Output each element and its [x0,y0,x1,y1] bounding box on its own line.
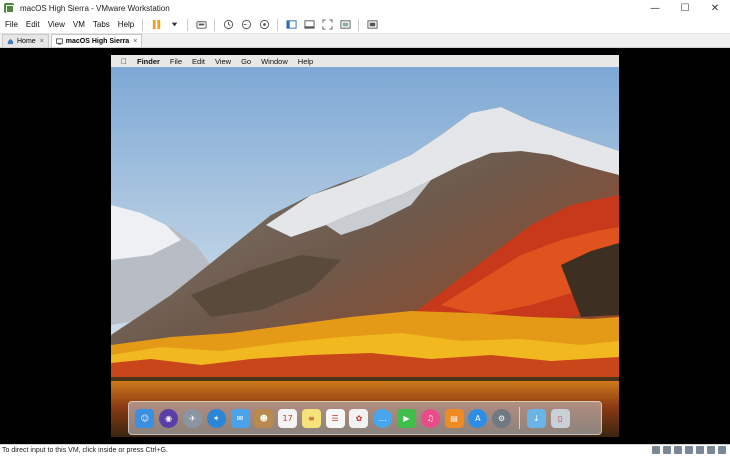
guest-menu-help[interactable]: Help [293,57,318,66]
status-message: To direct input to this VM, click inside… [2,447,168,454]
tab-macos-high-sierra[interactable]: macOS High Sierra × [50,34,143,47]
dock: ☺ ◉ ✈ ✶ ✉ ☻ 17 ≡ ☰ ✿ … ▶ ♫ ▤ A ⚙ ↓ ▯ [128,401,602,435]
guest-menu-edit[interactable]: Edit [187,57,210,66]
system-preferences-icon[interactable]: ⚙ [492,408,512,428]
tab-vm-close-icon[interactable]: × [133,38,137,45]
send-ctrl-alt-del-icon[interactable] [195,19,207,31]
tab-home[interactable]: Home × [2,34,49,47]
reminders-icon[interactable]: ☰ [325,408,345,428]
usb-controller-icon[interactable] [685,446,693,454]
guest-menu-file[interactable]: File [165,57,187,66]
siri-icon[interactable]: ◉ [159,408,179,428]
power-dropdown-icon[interactable] [168,19,180,31]
show-library-icon[interactable] [285,19,297,31]
itunes-icon[interactable]: ♫ [420,408,440,428]
menu-tabs[interactable]: Tabs [89,20,114,29]
dock-divider [518,407,520,429]
console-view-icon[interactable] [366,19,378,31]
vmware-app-icon [4,3,14,13]
toolbar-divider [142,18,144,31]
guest-menu-finder[interactable]: Finder [132,57,165,66]
revert-snapshot-icon[interactable] [240,19,252,31]
app-store-icon[interactable]: A [468,408,488,428]
launchpad-icon[interactable]: ✈ [182,408,202,428]
menu-help[interactable]: Help [114,20,138,29]
minimize-button[interactable]: — [640,0,670,16]
thumbnail-bar-icon[interactable] [303,19,315,31]
messages-icon[interactable]: … [373,408,393,428]
full-screen-icon[interactable] [321,19,333,31]
tab-home-label: Home [17,37,36,45]
trash-icon[interactable]: ▯ [550,408,570,428]
vm-icon [55,37,63,45]
downloads-folder-icon[interactable]: ↓ [526,408,546,428]
network-adapter-icon[interactable] [674,446,682,454]
safari-icon[interactable]: ✶ [206,408,226,428]
toolbar-divider [277,18,279,31]
tab-home-close-icon[interactable]: × [40,38,44,45]
tab-vm-label: macOS High Sierra [65,37,130,45]
guest-screen[interactable]:  Finder File Edit View Go Window Help ☺… [111,55,619,437]
menu-vm[interactable]: VM [69,20,89,29]
photos-icon[interactable]: ✿ [349,408,369,428]
menu-view[interactable]: View [44,20,69,29]
cd-dvd-icon[interactable] [663,446,671,454]
vm-console[interactable]:  Finder File Edit View Go Window Help ☺… [0,48,730,444]
status-bar: To direct input to this VM, click inside… [0,444,730,456]
hard-disk-icon[interactable] [652,446,660,454]
finder-icon[interactable]: ☺ [135,408,155,428]
apple-menu-icon[interactable]:  [111,57,132,66]
toolbar-divider [214,18,216,31]
window-title-bar: macOS High Sierra - VMware Workstation —… [0,0,730,16]
sound-card-icon[interactable] [696,446,704,454]
window-title: macOS High Sierra - VMware Workstation [20,3,170,13]
display-icon[interactable] [707,446,715,454]
menu-edit[interactable]: Edit [22,20,44,29]
facetime-icon[interactable]: ▶ [396,408,416,428]
ibooks-icon[interactable]: ▤ [444,408,464,428]
toolbar-divider [187,18,189,31]
message-log-icon[interactable] [718,446,726,454]
guest-menu-window[interactable]: Window [256,57,293,66]
menu-file[interactable]: File [0,20,22,29]
guest-menu-view[interactable]: View [210,57,236,66]
home-icon [7,38,14,44]
contacts-icon[interactable]: ☻ [254,408,274,428]
unity-mode-icon[interactable] [339,19,351,31]
pause-icon[interactable] [150,19,162,31]
toolbar-divider [358,18,360,31]
high-sierra-wallpaper [111,55,619,437]
notes-icon[interactable]: ≡ [301,408,321,428]
menu-toolbar: File Edit View VM Tabs Help [0,16,730,34]
guest-menu-go[interactable]: Go [236,57,256,66]
tab-bar: Home × macOS High Sierra × [0,34,730,48]
snapshot-manager-icon[interactable] [258,19,270,31]
guest-menu-bar:  Finder File Edit View Go Window Help [111,55,619,67]
calendar-icon[interactable]: 17 [278,408,298,428]
snapshot-icon[interactable] [222,19,234,31]
mail-icon[interactable]: ✉ [230,408,250,428]
close-button[interactable]: ✕ [700,0,730,16]
maximize-button[interactable]: ☐ [670,0,700,16]
